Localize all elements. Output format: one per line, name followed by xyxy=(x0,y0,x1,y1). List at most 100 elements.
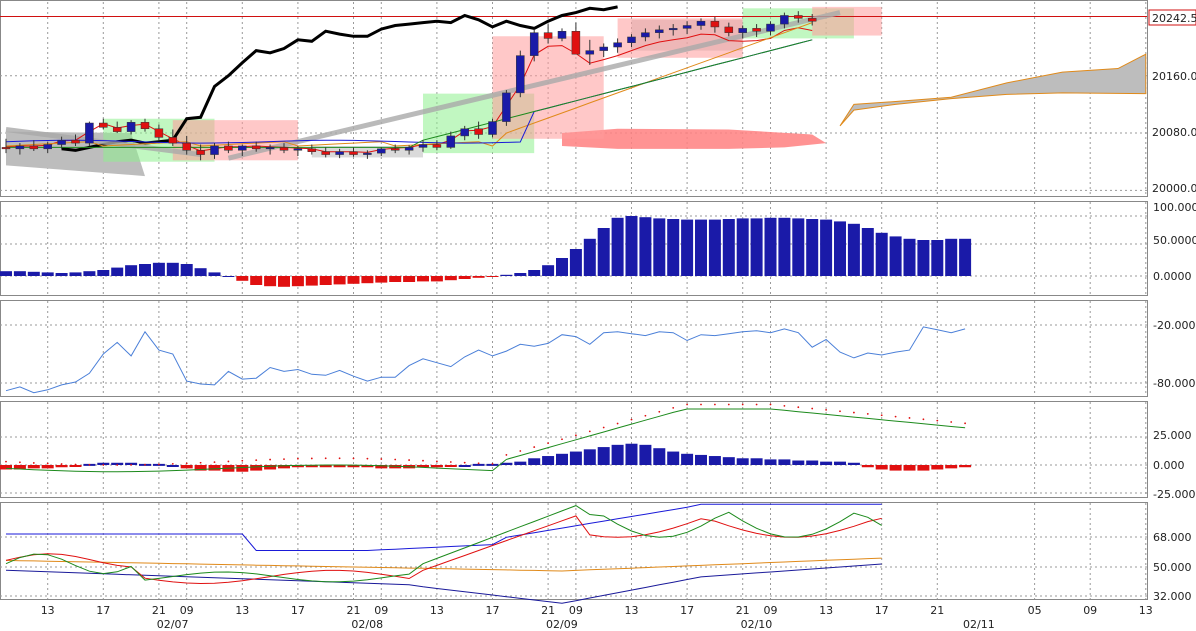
candle-body xyxy=(668,28,678,31)
rsi-label-3: 32.000 xyxy=(1153,590,1192,603)
sar-dot xyxy=(436,460,438,463)
macd-bar xyxy=(792,218,805,276)
sar-dot xyxy=(839,410,841,413)
candle-body xyxy=(29,145,39,150)
candle-body xyxy=(571,30,581,55)
candle-body xyxy=(99,122,108,128)
candle-body xyxy=(474,128,483,135)
macd-bar xyxy=(847,223,860,276)
dmi-panel xyxy=(0,403,972,473)
sar-dot xyxy=(283,458,285,460)
macd-bar xyxy=(820,219,833,276)
macd-bar xyxy=(639,217,652,276)
dmi-bar xyxy=(180,465,193,469)
macd-bar xyxy=(250,276,263,285)
sar-dot xyxy=(922,418,925,421)
macd-bar xyxy=(319,276,332,285)
dmi-bar xyxy=(514,461,527,465)
sar-dot xyxy=(352,457,355,460)
sar-dot xyxy=(547,442,549,445)
candle-body xyxy=(710,20,720,28)
sar-dot xyxy=(797,406,800,409)
candle-body xyxy=(363,152,372,155)
sar-dot xyxy=(422,459,424,462)
candle-body xyxy=(599,46,608,51)
macd-bar xyxy=(152,262,165,276)
candle-body xyxy=(766,23,775,32)
price-label-current: 20242.5 xyxy=(1152,12,1196,25)
macd-bar xyxy=(291,276,304,287)
candle-body xyxy=(641,32,650,38)
dmi-panel-frame xyxy=(0,401,1148,498)
sar-dot xyxy=(380,458,383,460)
dmi-bar xyxy=(917,465,930,471)
sar-dot xyxy=(866,413,869,415)
dmi-bar xyxy=(722,457,735,465)
price-scale: 20242.5 20160.0 20080.0 20000.0 xyxy=(1148,9,1196,195)
price-label-2: 20160.0 xyxy=(1152,70,1196,83)
dmi-bar xyxy=(736,458,749,465)
macd-bar xyxy=(889,236,902,276)
macd-bar xyxy=(556,258,568,276)
time-tick-label: 13 xyxy=(235,604,249,617)
dmi-bar xyxy=(792,460,805,465)
dmi-bar xyxy=(528,458,541,465)
macd-bar xyxy=(458,276,471,279)
dmi-bar xyxy=(639,444,652,465)
macd-bar xyxy=(653,218,666,276)
candle-body xyxy=(15,145,25,150)
williams-label-2: -80.000 xyxy=(1153,377,1195,390)
macd-bar xyxy=(347,276,360,284)
price-label-3: 20080.0 xyxy=(1152,126,1196,139)
sar-dot xyxy=(46,462,49,465)
sar-dot xyxy=(88,463,91,466)
ichimoku-cloud-future xyxy=(839,53,1147,127)
sar-dot xyxy=(533,446,536,448)
candle-body xyxy=(224,145,233,151)
dmi-bar xyxy=(625,443,638,465)
time-tick-label: 13 xyxy=(819,604,833,617)
macd-bar xyxy=(278,276,290,287)
macd-bar xyxy=(430,276,443,282)
macd-bar xyxy=(917,240,930,276)
macd-bar xyxy=(417,276,429,282)
dmi-bar xyxy=(764,459,777,465)
candle-body xyxy=(432,144,442,148)
sar-dot xyxy=(964,422,966,425)
sar-dot xyxy=(950,421,953,423)
sar-dot xyxy=(297,457,299,460)
dmi-bar xyxy=(556,453,568,465)
macd-bar xyxy=(681,219,694,276)
line-orange xyxy=(5,557,882,572)
macd-bar xyxy=(403,276,416,282)
dmi-bar xyxy=(208,465,221,471)
candle-body xyxy=(140,122,150,130)
sar-dot xyxy=(686,403,688,406)
sar-dot xyxy=(588,430,591,433)
sar-dot xyxy=(366,457,369,460)
macd-scale: 100.000 50.0000 0.0000 xyxy=(1153,201,1196,283)
sar-dot xyxy=(755,403,758,406)
candle-body xyxy=(724,26,734,33)
sar-dot xyxy=(700,403,702,406)
macd-bar xyxy=(236,276,249,281)
line-blue-upper xyxy=(6,503,882,551)
date-label: 02/09 xyxy=(546,618,578,631)
dmi-bar xyxy=(778,459,791,465)
macd-bar xyxy=(931,240,944,276)
candle-body xyxy=(404,147,414,151)
macd-label-1: 100.000 xyxy=(1153,201,1196,214)
candle-body xyxy=(238,145,247,151)
sar-dot xyxy=(144,463,146,466)
sar-dot xyxy=(310,457,313,460)
dmi-bar xyxy=(166,465,179,467)
macd-bar xyxy=(903,238,916,276)
candle-body xyxy=(182,142,191,151)
sar-dot xyxy=(338,457,341,460)
time-tick-label: 09 xyxy=(1083,604,1097,617)
macd-bar xyxy=(361,276,374,284)
macd-bar xyxy=(194,268,207,276)
dmi-bar xyxy=(653,448,666,465)
sar-dot xyxy=(241,459,244,462)
sar-dot xyxy=(463,461,466,464)
